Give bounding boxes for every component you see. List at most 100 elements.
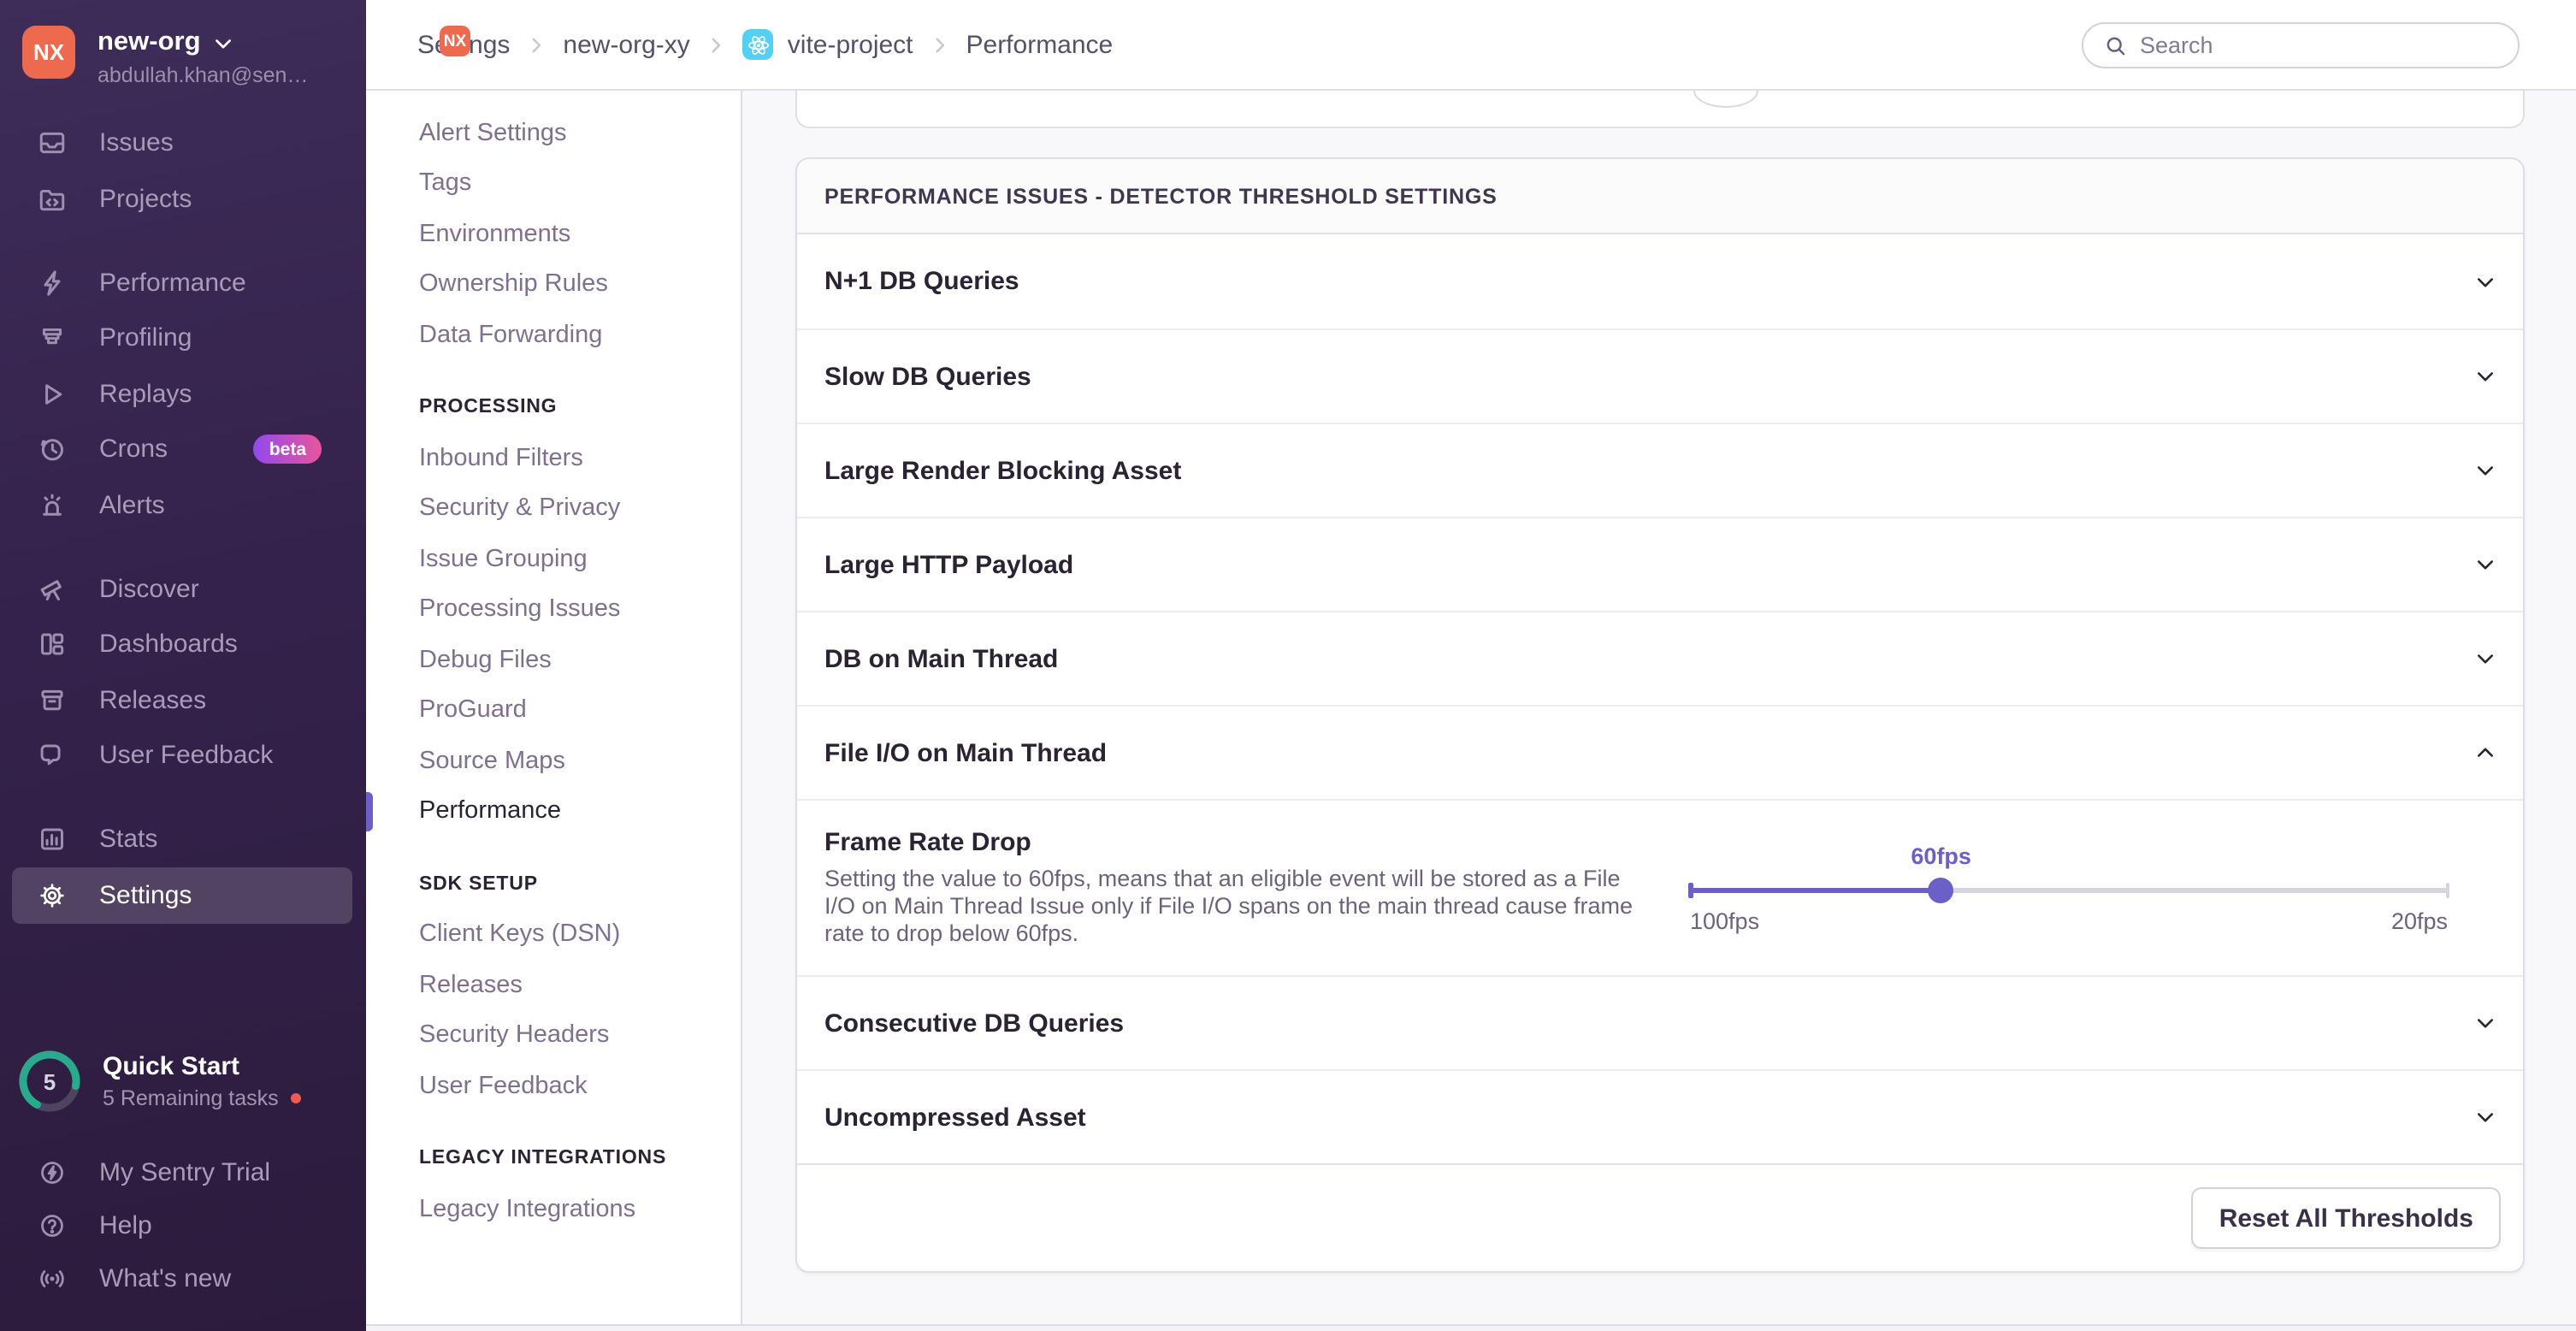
detector-rows: N+1 DB QueriesSlow DB Queries Large Rende…	[797, 234, 2523, 1163]
detector-row-label: Large Render Blocking Asset	[824, 456, 1181, 485]
settings-nav-item-environments[interactable]: Environments	[366, 209, 741, 259]
settings-nav-item-tags[interactable]: Tags	[366, 158, 741, 209]
search-input[interactable]	[2140, 33, 2518, 58]
org-avatar: NX	[440, 26, 470, 56]
detector-row-n-1-db-queries[interactable]: N+1 DB Queries	[797, 234, 2523, 328]
detector-row-file-i-o-on-main-thread[interactable]: File I/O on Main Thread	[797, 705, 2523, 799]
sidebar-item-replays[interactable]: Replays	[0, 366, 366, 422]
sidebar-item-discover[interactable]: Discover	[0, 561, 366, 617]
sidebar-item-label: Releases	[99, 686, 206, 715]
app-window: NX new-org abdullah.khan@sen… Issues Proj…	[0, 0, 2576, 1331]
chevron-down-icon	[2473, 1011, 2497, 1035]
search-icon	[2104, 33, 2128, 57]
settings-nav-item-releases[interactable]: Releases	[366, 960, 741, 1010]
sidebar-item-alerts[interactable]: Alerts	[0, 477, 366, 533]
detector-row-consecutive-db-queries[interactable]: Consecutive DB Queries	[797, 975, 2523, 1069]
sidebar-item-settings[interactable]: Settings	[12, 867, 352, 923]
sidebar-item-label: My Sentry Trial	[99, 1158, 270, 1187]
user-feedback-icon	[38, 742, 67, 771]
primary-nav: Issues Projects PerformanceProfilingReplay…	[0, 115, 366, 923]
settings-nav-item-debug-files[interactable]: Debug Files	[366, 635, 741, 685]
breadcrumb-label: Performance	[966, 30, 1114, 59]
settings-nav-item-processing-issues[interactable]: Processing Issues	[366, 584, 741, 635]
detector-row-label: Large HTTP Payload	[824, 550, 1073, 579]
projects-icon	[38, 185, 67, 214]
slider-track[interactable]	[1690, 888, 2448, 893]
settings-nav-item-legacy-integrations[interactable]: Legacy Integrations	[366, 1184, 741, 1234]
issues-icon	[38, 129, 67, 158]
detector-threshold-panel: PERFORMANCE ISSUES - DETECTOR THRESHOLD …	[795, 157, 2525, 1273]
settings-nav-item-security-headers[interactable]: Security Headers	[366, 1010, 741, 1061]
settings-nav-item-issue-grouping[interactable]: Issue Grouping	[366, 534, 741, 584]
search-box[interactable]	[2082, 22, 2520, 68]
sidebar-item-performance[interactable]: Performance	[0, 255, 366, 311]
sidebar-item-profiling[interactable]: Profiling	[0, 311, 366, 366]
sidebar-footer-nav: My Sentry Trial Help What's new	[0, 1146, 366, 1305]
org-email: abdullah.khan@sen…	[97, 63, 308, 87]
horizontal-scrollbar[interactable]	[366, 1323, 2576, 1331]
breadcrumb-new-org-xy[interactable]: NXnew-org-xy	[563, 30, 689, 59]
chevron-right-icon	[706, 33, 728, 56]
nav-section-header-sdk-setup: SDK SETUP	[366, 859, 741, 909]
detector-row-label: Consecutive DB Queries	[824, 1009, 1124, 1038]
org-switcher[interactable]: NX new-org abdullah.khan@sen…	[22, 26, 308, 87]
settings-nav-item-client-keys-dsn[interactable]: Client Keys (DSN)	[366, 909, 741, 960]
settings-nav-item-user-feedback[interactable]: User Feedback	[366, 1061, 741, 1111]
sidebar-item-user-feedback[interactable]: User Feedback	[0, 728, 366, 784]
settings-nav-item-ownership-rules[interactable]: Ownership Rules	[366, 259, 741, 310]
sidebar-item-label: Discover	[99, 575, 199, 604]
threshold-detail-frame-rate-drop: Frame Rate DropSetting the value to 60fp…	[797, 799, 2523, 975]
releases-icon	[38, 686, 67, 715]
sidebar-item-dashboards[interactable]: Dashboards	[0, 617, 366, 672]
help-icon	[38, 1211, 67, 1240]
detector-row-large-render-blocking-asset[interactable]: Large Render Blocking Asset	[797, 423, 2523, 517]
quick-start-title: Quick Start	[103, 1052, 302, 1081]
sidebar-item-label: Dashboards	[99, 630, 238, 660]
quick-start-widget[interactable]: 5 Quick Start 5 Remaining tasks	[17, 1049, 302, 1114]
settings-icon	[38, 881, 67, 910]
dashboards-icon	[38, 630, 67, 660]
settings-nav-item-security-privacy[interactable]: Security & Privacy	[366, 483, 741, 534]
sidebar-item-stats[interactable]: Stats	[0, 812, 366, 867]
panel-collapse-tab[interactable]	[1693, 91, 1758, 108]
settings-nav-item-performance[interactable]: Performance	[366, 786, 741, 837]
sidebar-item-releases[interactable]: Releases	[0, 672, 366, 728]
slider-fill	[1690, 888, 1941, 893]
detector-row-label: File I/O on Main Thread	[824, 738, 1107, 767]
sidebar-item-label: Issues	[99, 129, 174, 158]
settings-nav-item-alert-settings[interactable]: Alert Settings	[366, 108, 741, 158]
nav-section-header-processing: PROCESSING	[366, 382, 741, 433]
sidebar-item-label: What's new	[99, 1264, 231, 1293]
settings-nav-item-inbound-filters[interactable]: Inbound Filters	[366, 433, 741, 483]
reset-all-thresholds-button[interactable]: Reset All Thresholds	[2192, 1187, 2501, 1249]
detector-row-large-http-payload[interactable]: Large HTTP Payload	[797, 517, 2523, 611]
breadcrumb-vite-project[interactable]: vite-project	[743, 29, 913, 60]
sidebar-item-label: Help	[99, 1211, 152, 1240]
org-name: new-org	[97, 27, 201, 58]
chevron-down-icon	[215, 33, 233, 52]
chevron-right-icon	[929, 33, 951, 56]
settings-secondary-nav: Alert SettingsTagsEnvironmentsOwnership …	[366, 91, 742, 1323]
settings-nav-item-data-forwarding[interactable]: Data Forwarding	[366, 310, 741, 360]
sidebar-item-what-s-new[interactable]: What's new	[0, 1252, 366, 1305]
settings-nav-item-source-maps[interactable]: Source Maps	[366, 736, 741, 786]
sidebar-item-crons[interactable]: Cronsbeta	[0, 422, 366, 477]
sidebar-item-help[interactable]: Help	[0, 1199, 366, 1252]
breadcrumb-label: vite-project	[788, 30, 913, 59]
settings-nav-item-proguard[interactable]: ProGuard	[366, 685, 741, 736]
sidebar-item-issues[interactable]: Issues	[0, 115, 366, 171]
slider-thumb[interactable]	[1929, 877, 1954, 902]
detector-row-slow-db-queries[interactable]: Slow DB Queries	[797, 328, 2523, 423]
slider-max-label: 20fps	[2391, 908, 2448, 934]
chevron-down-icon	[2473, 1105, 2497, 1129]
trial-icon	[38, 1158, 67, 1187]
detector-row-uncompressed-asset[interactable]: Uncompressed Asset	[797, 1069, 2523, 1163]
detector-row-db-on-main-thread[interactable]: DB on Main Thread	[797, 611, 2523, 705]
sidebar-item-label: Stats	[99, 825, 157, 855]
crons-icon	[38, 435, 67, 464]
alerts-icon	[38, 491, 67, 520]
sidebar-item-my-sentry-trial[interactable]: My Sentry Trial	[0, 1146, 366, 1199]
panel-footer: Reset All Thresholds	[797, 1163, 2523, 1271]
frame-rate-slider[interactable]: 60fps100fps20fps	[1690, 801, 2448, 975]
sidebar-item-projects[interactable]: Projects	[0, 171, 366, 227]
